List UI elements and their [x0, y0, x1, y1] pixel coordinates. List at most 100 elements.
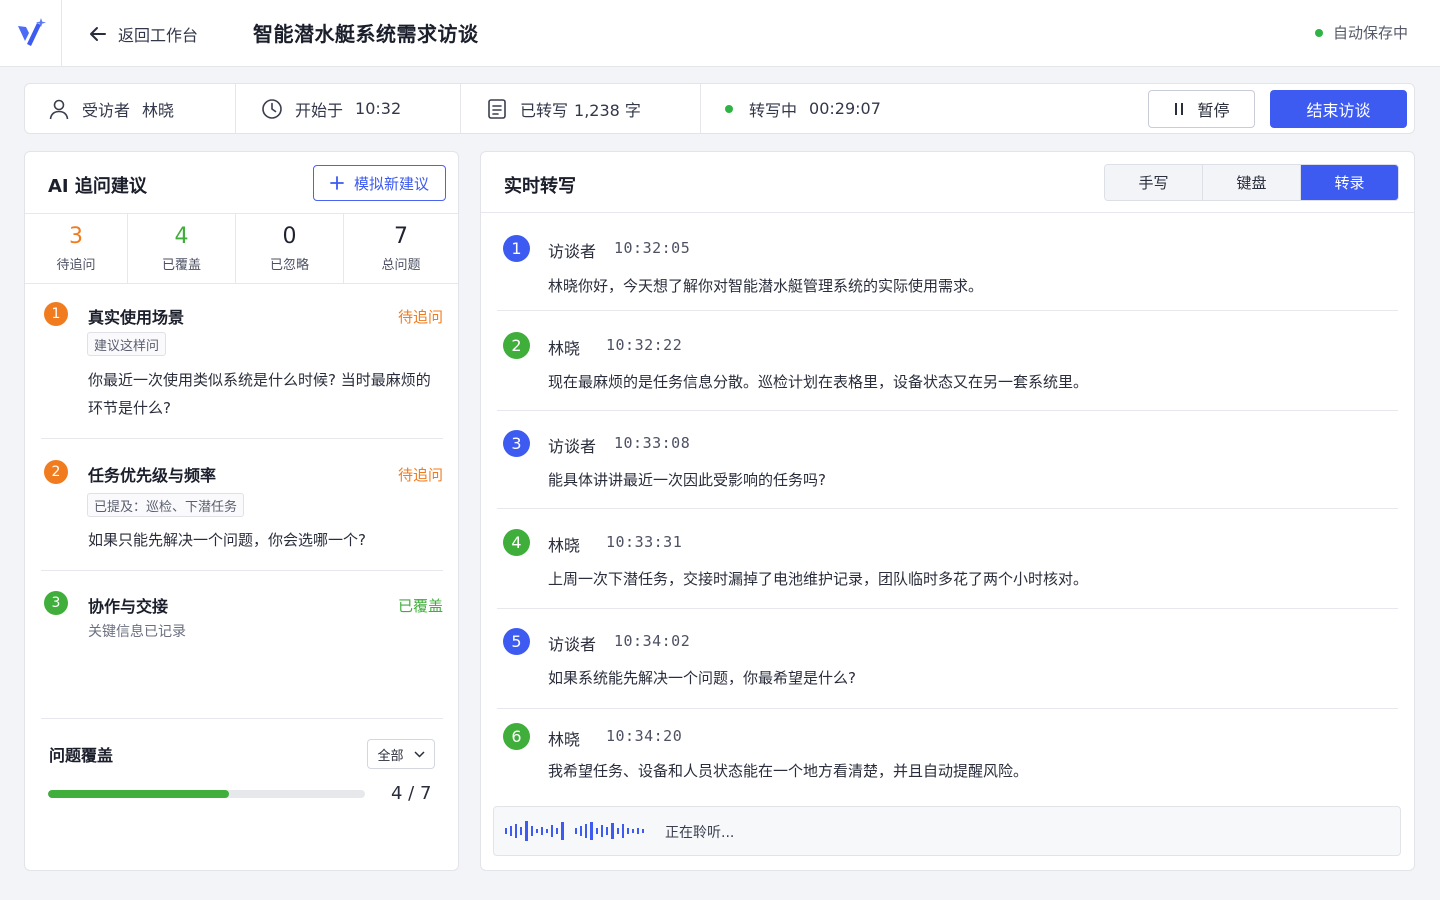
ai-suggestions-panel: AI 追问建议 模拟新建议 3 待追问 4 已覆盖 0 已忽略 7 总问题 1 … — [24, 151, 459, 871]
suggestion-number: 2 — [44, 460, 68, 484]
suggestion-note: 关键信息已记录 — [88, 624, 186, 640]
count-label: 待追问 — [56, 258, 96, 273]
app-logo[interactable] — [0, 0, 62, 66]
coverage-progress-bar — [48, 790, 365, 798]
suggestion-item[interactable]: 2 任务优先级与频率 待追问 已提及：巡检、下潜任务 如果只能先解决一个问题，你… — [41, 460, 443, 560]
back-to-workspace-link[interactable]: 返回工作台 — [88, 20, 198, 48]
end-interview-button[interactable]: 结束访谈 — [1270, 90, 1407, 128]
autosave-label: 自动保存中 — [1332, 24, 1408, 42]
tab-keyboard[interactable]: 键盘 — [1203, 165, 1301, 200]
waveform-icon — [505, 821, 644, 841]
divider — [497, 708, 1398, 709]
count-label: 总问题 — [381, 258, 421, 273]
message-speaker: 林晓 — [548, 730, 581, 749]
divider — [481, 212, 1414, 213]
message-number: 3 — [503, 430, 530, 457]
pause-icon — [1175, 103, 1184, 115]
suggestion-item[interactable]: 1 真实使用场景 待追问 建议这样问 你最近一次使用类似系统是什么时候? 当时最… — [41, 302, 443, 422]
top-bar: 返回工作台 智能潜水艇系统需求访谈 自动保存中 — [0, 0, 1440, 67]
count-label: 已忽略 — [269, 258, 309, 273]
word-count-info: 已转写 1,238 字 — [486, 84, 641, 133]
suggestion-question: 如果只能先解决一个问题，你会选哪一个? — [88, 531, 366, 549]
count-total[interactable]: 7 总问题 — [344, 214, 458, 283]
message-number: 5 — [503, 628, 530, 655]
divider — [497, 508, 1398, 509]
plus-icon — [330, 176, 344, 190]
suggestion-title: 真实使用场景 — [88, 308, 185, 327]
message-text: 现在最麻烦的是任务信息分散。巡检计划在表格里，设备状态又在另一套系统里。 — [548, 373, 1089, 391]
suggestion-tag: 已提及：巡检、下潜任务 — [87, 493, 245, 517]
message-speaker: 林晓 — [548, 536, 581, 555]
page-title: 智能潜水艇系统需求访谈 — [253, 22, 479, 46]
suggestion-item[interactable]: 3 协作与交接 已覆盖 关键信息已记录 — [41, 591, 443, 651]
suggestion-status: 待追问 — [397, 308, 443, 326]
suggestion-tag: 建议这样问 — [87, 332, 167, 356]
transcript-title: 实时转写 — [504, 176, 576, 197]
question-counts: 3 待追问 4 已覆盖 0 已忽略 7 总问题 — [25, 213, 458, 284]
message-speaker: 访谈者 — [548, 242, 597, 261]
transcribed-count: 1,238 字 — [574, 100, 641, 120]
pause-button[interactable]: 暂停 — [1148, 90, 1255, 128]
message-number: 1 — [503, 235, 530, 262]
message-number: 4 — [503, 529, 530, 556]
coverage-progress-text: 4 / 7 — [391, 783, 432, 804]
message-time: 10:32:05 — [614, 239, 691, 257]
user-icon — [49, 99, 69, 119]
count-value: 0 — [282, 224, 297, 249]
message-number: 6 — [503, 723, 530, 750]
divider — [235, 84, 236, 133]
start-label: 开始于 — [295, 100, 344, 120]
message-text: 能具体讲讲最近一次因此受影响的任务吗? — [548, 471, 826, 489]
session-status-bar: 受访者 林晓 开始于 10:32 已转写 1,238 字 转写中 00:29:0… — [24, 83, 1415, 134]
count-value: 3 — [69, 224, 83, 249]
message-speaker: 访谈者 — [548, 437, 597, 456]
recording-dot — [725, 104, 733, 113]
coverage-filter-select[interactable]: 全部 — [367, 739, 435, 769]
input-mode-tabs: 手写 键盘 转录 — [1104, 164, 1399, 201]
ai-panel-title: AI 追问建议 — [48, 176, 147, 197]
message-time: 10:34:20 — [606, 727, 683, 745]
interviewee-label: 受访者 — [82, 100, 131, 120]
suggestion-title: 任务优先级与频率 — [88, 466, 217, 485]
simulate-suggestion-button[interactable]: 模拟新建议 — [313, 165, 446, 201]
message-time: 10:33:08 — [614, 434, 691, 452]
recording-status: 转写中 00:29:07 — [725, 84, 881, 133]
interviewee-name: 林晓 — [142, 100, 175, 120]
suggestion-number: 3 — [44, 591, 68, 615]
divider — [497, 410, 1398, 411]
count-ignored[interactable]: 0 已忽略 — [236, 214, 343, 283]
suggestion-status: 已覆盖 — [397, 597, 443, 615]
recording-label: 转写中 — [749, 100, 798, 120]
pause-label: 暂停 — [1197, 101, 1230, 120]
count-covered[interactable]: 4 已覆盖 — [128, 214, 235, 283]
back-label: 返回工作台 — [118, 26, 199, 45]
listening-indicator: 正在聆听... — [493, 806, 1401, 856]
divider — [41, 718, 443, 719]
message-text: 如果系统能先解决一个问题，你最希望是什么? — [548, 669, 856, 687]
count-value: 4 — [174, 224, 189, 249]
chevron-down-icon — [413, 750, 425, 758]
message-text: 林晓你好，今天想了解你对智能潜水艇管理系统的实际使用需求。 — [548, 277, 984, 295]
tab-handwriting[interactable]: 手写 — [1105, 165, 1203, 200]
suggestion-question: 你最近一次使用类似系统是什么时候? 当时最麻烦的环节是什么? — [88, 371, 431, 417]
count-value: 7 — [394, 224, 408, 249]
elapsed-time: 00:29:07 — [809, 99, 881, 118]
interviewee-info: 受访者 林晓 — [48, 84, 174, 133]
count-pending[interactable]: 3 待追问 — [25, 214, 127, 283]
suggestion-status: 待追问 — [397, 466, 443, 484]
suggestion-title: 协作与交接 — [88, 597, 169, 616]
document-icon — [488, 98, 506, 119]
tab-transcription[interactable]: 转录 — [1301, 165, 1398, 200]
message-speaker: 访谈者 — [548, 635, 597, 654]
message-number: 2 — [503, 332, 530, 359]
coverage-title: 问题覆盖 — [49, 746, 114, 765]
transcribed-label: 已转写 — [520, 100, 569, 120]
divider — [497, 608, 1398, 609]
autosave-status: 自动保存中 — [1314, 22, 1408, 43]
coverage-progress-fill — [48, 790, 229, 798]
suggestion-number: 1 — [44, 302, 68, 326]
count-label: 已覆盖 — [161, 258, 201, 273]
coverage-filter-value: 全部 — [377, 748, 404, 764]
start-time-info: 开始于 10:32 — [261, 84, 401, 133]
start-time: 10:32 — [355, 99, 402, 118]
